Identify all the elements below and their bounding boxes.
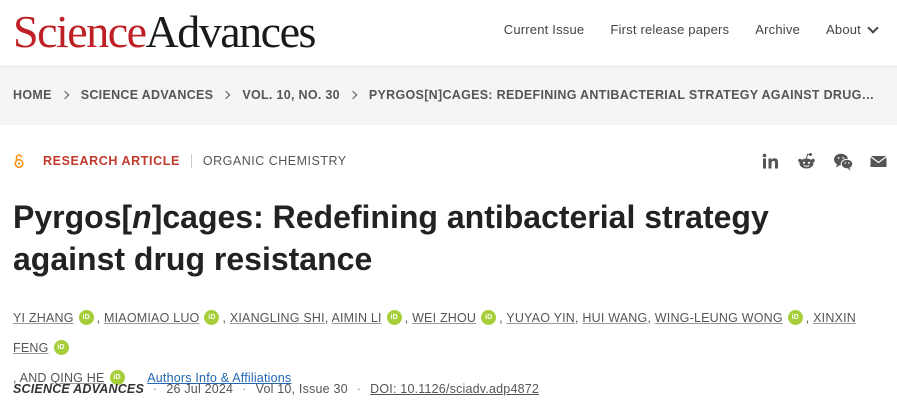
breadcrumb: HOME SCIENCE ADVANCES VOL. 10, NO. 30 PY… — [13, 88, 874, 102]
nav-about[interactable]: About — [826, 21, 879, 37]
open-access-icon — [13, 153, 25, 169]
breadcrumb-science-advances[interactable]: SCIENCE ADVANCES — [81, 88, 214, 102]
citation-journal: SCIENCE ADVANCES — [13, 382, 144, 396]
author-link[interactable]: AIMIN LI — [331, 311, 381, 325]
breadcrumb-home[interactable]: HOME — [13, 88, 52, 102]
logo-science-text: Science — [13, 6, 147, 57]
nav-current-issue[interactable]: Current Issue — [504, 22, 585, 37]
site-header: ScienceAdvances Current Issue First rele… — [0, 0, 897, 66]
orcid-icon[interactable]: iD — [386, 310, 402, 326]
orcid-icon[interactable]: iD — [53, 340, 69, 356]
article-meta: RESEARCH ARTICLE ORGANIC CHEMISTRY — [13, 153, 347, 169]
meta-divider — [190, 154, 192, 168]
doi-link[interactable]: DOI: 10.1126/sciadv.adp4872 — [370, 382, 539, 396]
author-link[interactable]: WING-LEUNG WONG — [655, 311, 783, 325]
chevron-right-icon — [60, 90, 69, 100]
breadcrumb-current: PYRGOS[N]CAGES: REDEFINING ANTIBACTERIAL… — [368, 88, 875, 102]
nav-about-label: About — [826, 22, 861, 37]
author-link[interactable]: MIAOMIAO LUO — [104, 311, 199, 325]
orcid-icon[interactable]: iD — [787, 310, 803, 326]
top-nav: Current Issue First release papers Archi… — [504, 21, 879, 37]
chevron-right-icon — [222, 90, 231, 100]
share-toolbar — [761, 152, 888, 171]
article-subject[interactable]: ORGANIC CHEMISTRY — [203, 154, 347, 168]
orcid-icon[interactable]: iD — [481, 310, 497, 326]
email-icon[interactable] — [869, 152, 888, 171]
author-link[interactable]: YI ZHANG — [13, 311, 74, 325]
chevron-down-icon — [867, 21, 879, 34]
science-advances-logo[interactable]: ScienceAdvances — [13, 6, 317, 58]
author-link[interactable]: YUYAO YIN — [506, 311, 575, 325]
reddit-icon[interactable] — [797, 152, 816, 171]
article-title: Pyrgos[n]cages: Redefining antibacterial… — [13, 196, 833, 280]
citation-date: 26 Jul 2024 — [166, 382, 234, 396]
citation-line: SCIENCE ADVANCES · 26 Jul 2024 · Vol 10, Iss… — [13, 382, 540, 396]
nav-first-release-papers[interactable]: First release papers — [610, 22, 729, 37]
breadcrumb-volume[interactable]: VOL. 10, NO. 30 — [242, 88, 340, 102]
chevron-right-icon — [348, 90, 358, 100]
author-link[interactable]: HUI WANG — [582, 311, 647, 325]
author-list: YI ZHANG iD, MIAOMIAO LUO iD, XIANGLING SH… — [13, 310, 857, 386]
title-italic-n: n — [132, 199, 152, 235]
citation-volume[interactable]: Vol 10, Issue 30 — [256, 382, 348, 396]
nav-archive[interactable]: Archive — [755, 22, 800, 37]
orcid-icon[interactable]: iD — [204, 310, 220, 326]
title-part-1: Pyrgos[ — [13, 199, 133, 235]
orcid-icon[interactable]: iD — [78, 310, 94, 326]
author-link[interactable]: WEI ZHOU — [412, 311, 476, 325]
linkedin-icon[interactable] — [761, 152, 780, 171]
author-link[interactable]: XIANGLING SHI — [230, 311, 325, 325]
logo-advances-text: Advances — [145, 6, 317, 57]
article-type[interactable]: RESEARCH ARTICLE — [43, 154, 180, 168]
breadcrumb-bar: HOME SCIENCE ADVANCES VOL. 10, NO. 30 PY… — [0, 66, 897, 125]
wechat-icon[interactable] — [833, 152, 854, 171]
